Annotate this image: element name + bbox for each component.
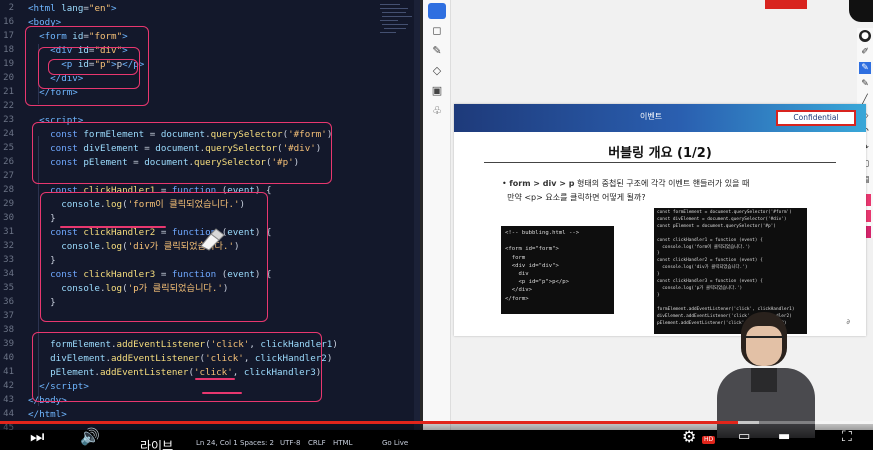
code-editor[interactable]: 2 16 17 18 19 20 21 22 23 24 25 26 27 28…: [0, 0, 420, 430]
go-live-button[interactable]: Go Live: [382, 439, 408, 447]
line-number: 29: [3, 199, 14, 209]
line-number: 36: [3, 297, 14, 307]
line-number: 32: [3, 241, 14, 251]
presentation-slide: 이벤트 Confidential 버블링 개요 (1/2) • form > d…: [454, 104, 866, 336]
line-number: 42: [3, 381, 14, 391]
line-ending[interactable]: CRLF: [308, 439, 326, 447]
encoding[interactable]: UTF-8: [280, 439, 300, 447]
line-number: 2: [8, 3, 14, 13]
slide-bullet: • form > div > p 형태의 중첩된 구조에 각각 이벤트 핸들러가…: [502, 179, 750, 202]
line-number: 21: [3, 87, 14, 97]
pen-icon[interactable]: ✎: [859, 78, 871, 90]
pen-icon[interactable]: ✎: [430, 44, 444, 58]
fullscreen-icon[interactable]: ⛶: [842, 428, 852, 446]
hd-badge: HD: [702, 436, 716, 444]
bullet-question: 만약 <p> 요소를 클릭하면 어떻게 될까?: [507, 193, 646, 202]
line-number: 23: [3, 115, 14, 125]
line-number: 43: [3, 395, 14, 405]
line-number: 38: [3, 325, 14, 335]
live-badge: [765, 0, 807, 9]
line-number: 28: [3, 185, 14, 195]
line-number: 27: [3, 171, 14, 181]
highlighter-icon[interactable]: ✐: [859, 46, 871, 58]
select-tool-button[interactable]: [428, 3, 446, 19]
line-number: 39: [3, 339, 14, 349]
line-number: 26: [3, 157, 14, 167]
theater-mode-icon[interactable]: ▬: [778, 428, 790, 446]
indent-setting[interactable]: Spaces: 2: [240, 439, 274, 447]
eraser-icon[interactable]: ◇: [430, 64, 444, 78]
record-icon[interactable]: ●: [859, 30, 871, 42]
live-indicator[interactable]: 라이브: [140, 437, 173, 450]
stamp-icon[interactable]: ♧: [430, 104, 444, 118]
line-number: 40: [3, 353, 14, 363]
line-number: 18: [3, 45, 14, 55]
presenter-video: [713, 306, 823, 438]
image-icon[interactable]: ▣: [430, 84, 444, 98]
annotation-toolbar: ◻ ✎ ◇ ▣ ♧: [423, 0, 451, 430]
line-number: 31: [3, 227, 14, 237]
slide-header: 이벤트 Confidential: [454, 104, 866, 132]
annotation-box-p: [48, 59, 138, 75]
line-number: 20: [3, 73, 14, 83]
line-number: 44: [3, 409, 14, 419]
annotation-box-handlers: [40, 192, 268, 322]
annotation-box-listeners: [32, 332, 322, 402]
cursor-position[interactable]: Ln 24, Col 1: [196, 439, 238, 447]
line-number: 22: [3, 101, 14, 111]
line-number: 19: [3, 59, 14, 69]
volume-icon[interactable]: 🔊: [80, 428, 100, 446]
code-line: <html lang="en">: [28, 3, 117, 14]
pen-cursor-icon: [200, 228, 225, 251]
line-number: 41: [3, 367, 14, 377]
annotation-underline: [202, 392, 242, 394]
annotation-underline: [60, 226, 166, 228]
line-number: 24: [3, 129, 14, 139]
language-mode[interactable]: HTML: [333, 439, 352, 447]
channel-avatar: [849, 0, 873, 22]
slide-page-marker: ∂: [846, 318, 850, 326]
slide-title: 버블링 개요 (1/2): [608, 146, 712, 161]
minimap[interactable]: [376, 0, 416, 70]
next-icon[interactable]: ⏭: [30, 428, 44, 446]
comment-icon[interactable]: ◻: [430, 24, 444, 38]
line-number: 33: [3, 255, 14, 265]
line-number: 37: [3, 311, 14, 321]
line-number: 25: [3, 143, 14, 153]
line-number: 16: [3, 17, 14, 27]
annotation-underline: [195, 378, 235, 380]
line-number: 17: [3, 31, 14, 41]
line-number: 35: [3, 283, 14, 293]
line-number: 34: [3, 269, 14, 279]
miniplayer-icon[interactable]: ▭: [738, 428, 750, 446]
annotation-box-selectors: [32, 122, 332, 184]
bullet-path: form > div > p: [509, 179, 575, 188]
code-line: </html>: [28, 409, 67, 420]
slide-section-title: 이벤트: [640, 112, 663, 121]
settings-gear-icon[interactable]: ⚙: [682, 428, 696, 446]
editor-status-bar: Ln 24, Col 1 Spaces: 2 UTF-8 CRLF HTML G…: [0, 424, 420, 450]
confidential-label: Confidential: [776, 110, 856, 126]
slide-viewer: ◻ ✎ ◇ ▣ ♧ ● ✐ ✎ ✎ ╱ ◇ ↶ ↷ ▢ ▤ 이벤트 Confid…: [423, 0, 873, 438]
line-number: 30: [3, 213, 14, 223]
html-code-sample: <!-- bubbling.html --> <form id="form"> …: [501, 226, 614, 314]
bullet-text: 형태의 중첩된 구조에 각각 이벤트 핸들러가 있을 때: [574, 179, 750, 188]
line-number-gutter: 2 16 17 18 19 20 21 22 23 24 25 26 27 28…: [0, 0, 22, 430]
title-rule: [484, 162, 836, 163]
pen-blue-icon[interactable]: ✎: [859, 62, 871, 74]
